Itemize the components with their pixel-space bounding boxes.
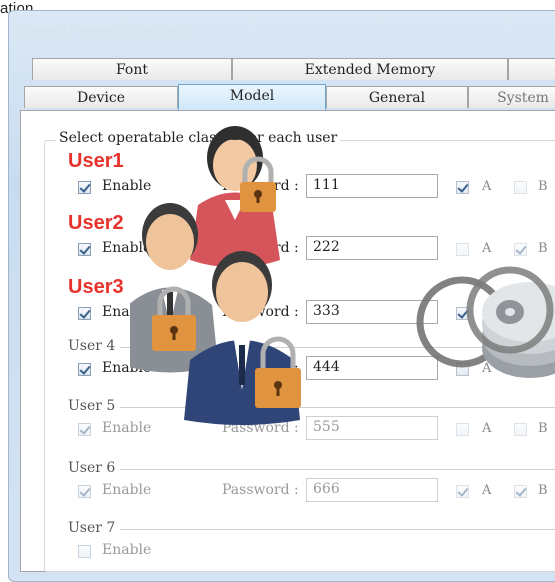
class-b-label: B: [538, 483, 548, 498]
tab-device[interactable]: Device: [24, 86, 178, 108]
class-b-checkbox[interactable]: [514, 423, 527, 436]
user-divider: [120, 529, 555, 530]
enable-checkbox[interactable]: [78, 545, 91, 558]
lock-icon-3: [255, 336, 301, 408]
tab-font[interactable]: Font: [32, 58, 232, 80]
class-b-label: B: [538, 179, 548, 194]
class-b-label: B: [538, 421, 548, 436]
enable-label: Enable: [102, 482, 152, 498]
enable-checkbox[interactable]: [78, 363, 91, 376]
class-a-label: A: [482, 179, 492, 194]
class-a-label: A: [482, 421, 492, 436]
class-a-checkbox[interactable]: [456, 485, 469, 498]
class-a-checkbox[interactable]: [456, 181, 469, 194]
enable-checkbox[interactable]: [78, 423, 91, 436]
user-title: User 4: [68, 338, 116, 354]
enable-label: Enable: [102, 542, 152, 558]
tab-blank[interactable]: [508, 58, 555, 80]
user-title: User3: [68, 276, 124, 298]
enable-checkbox[interactable]: [78, 307, 91, 320]
users-lock-illustration: [130, 126, 301, 425]
user-divider: [120, 469, 555, 470]
user-title: User 5: [68, 398, 116, 414]
user-title: User1: [68, 150, 124, 172]
class-a-checkbox[interactable]: [456, 423, 469, 436]
tab-general[interactable]: General: [326, 86, 468, 108]
user-title: User2: [68, 212, 124, 234]
user-title: User 7: [68, 520, 116, 536]
window-title: System Parameter Settings: [19, 21, 190, 37]
class-a-label: A: [482, 483, 492, 498]
disk-magnifier-illustration: [416, 266, 555, 378]
enable-checkbox[interactable]: [78, 485, 91, 498]
enable-checkbox[interactable]: [78, 243, 91, 256]
class-b-checkbox[interactable]: [514, 485, 527, 498]
tab-system[interactable]: System: [468, 86, 555, 108]
enable-checkbox[interactable]: [78, 181, 91, 194]
password-field[interactable]: 666: [306, 478, 438, 502]
tab-extended-memory[interactable]: Extended Memory: [232, 58, 508, 80]
class-b-checkbox[interactable]: [514, 181, 527, 194]
user-title: User 6: [68, 460, 116, 476]
password-label: Password :: [222, 482, 299, 498]
tab-model[interactable]: Model: [178, 84, 326, 110]
